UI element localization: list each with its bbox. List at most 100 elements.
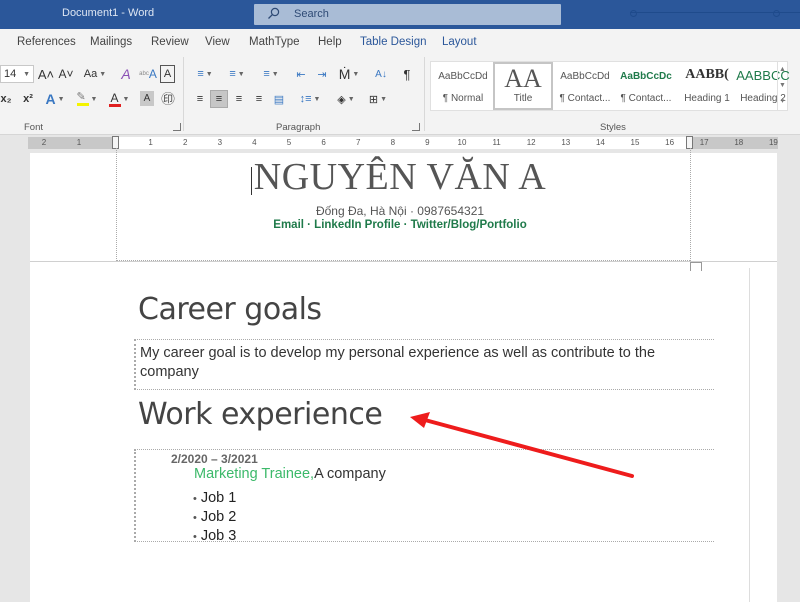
font-group-label: Font: [24, 122, 44, 133]
resume-name: NGUYÊN VĂN A: [253, 156, 547, 198]
tab-layout[interactable]: Layout: [442, 36, 477, 48]
search-placeholder: Search: [294, 8, 329, 20]
tab-references[interactable]: References: [17, 36, 76, 48]
increase-indent-icon[interactable]: ⇥: [315, 65, 329, 83]
asian-layout-icon: Ṁ: [338, 66, 351, 82]
subscript-button[interactable]: x₂: [0, 90, 12, 108]
career-goals-text: My career goal is to develop my personal…: [140, 345, 656, 380]
font-size-select[interactable]: 14 ▼: [0, 65, 34, 83]
character-border-icon[interactable]: A: [160, 65, 175, 83]
bullets-button[interactable]: ≡ ▼: [192, 65, 218, 83]
ruler-tick: 2: [182, 138, 188, 147]
document-title: Document1 - Word: [62, 7, 155, 19]
multilevel-list-button[interactable]: ≡ ▼: [258, 65, 284, 83]
distributed-icon[interactable]: ▤: [271, 90, 287, 108]
justify-icon[interactable]: ≡: [251, 90, 267, 108]
style-contact-2[interactable]: AaBbCcDc ¶ Contact...: [616, 62, 676, 110]
style-heading-1[interactable]: AABB( Heading 1: [677, 62, 737, 110]
ruler-tick: 4: [252, 138, 257, 147]
work-date: 2/2020 – 3/2021: [171, 452, 258, 466]
chevron-down-icon: ▼: [271, 70, 279, 78]
show-formatting-marks-button[interactable]: ¶: [400, 65, 414, 83]
character-shading-icon[interactable]: A: [140, 91, 154, 106]
font-color-button[interactable]: A ▼: [107, 90, 131, 108]
highlight-button[interactable]: ✎ ▼: [75, 90, 99, 108]
paragraph-dialog-launcher[interactable]: [412, 123, 420, 131]
ruler-tick: 11: [492, 138, 501, 147]
tab-help[interactable]: Help: [318, 36, 342, 48]
enclose-characters-icon[interactable]: ㊞: [160, 90, 176, 108]
decrease-indent-icon[interactable]: ⇤: [294, 65, 308, 83]
superscript-button[interactable]: x²: [22, 90, 34, 108]
ruler-tick: 2: [41, 138, 47, 147]
borders-button[interactable]: ⊞ ▼: [366, 90, 390, 108]
paint-bucket-icon: ◈: [337, 93, 346, 106]
tab-view[interactable]: View: [205, 36, 230, 48]
style-contact-1[interactable]: AaBbCcDd ¶ Contact...: [555, 62, 615, 110]
ruler-tick: 14: [595, 138, 605, 147]
style-preview: AaBbCcDd: [438, 71, 488, 82]
tab-mailings[interactable]: Mailings: [90, 36, 132, 48]
career-goals-heading: Career goals: [138, 292, 322, 327]
contact-info: Đống Đa, Hà Nội · 0987654321: [315, 204, 485, 218]
numbering-button[interactable]: ≡ ▼: [224, 65, 250, 83]
ruler-tick: 6: [321, 138, 326, 147]
asian-layout-button[interactable]: Ṁ ▼: [337, 65, 361, 83]
align-right-icon[interactable]: ≡: [231, 90, 247, 108]
margin-corner-mark: [690, 262, 702, 271]
style-name: ¶ Contact...: [620, 93, 672, 104]
page-margin-line: [749, 268, 750, 602]
scroll-up-icon[interactable]: ▲: [778, 62, 787, 78]
title-bar: Document1 - Word Search: [0, 0, 800, 29]
change-case-button[interactable]: Aa ▼: [83, 65, 107, 83]
highlighter-icon: ✎: [76, 92, 89, 106]
phonetic-guide-icon[interactable]: abc A: [139, 65, 157, 83]
line-spacing-button[interactable]: ↕≡ ▼: [298, 90, 322, 108]
more-styles-icon[interactable]: ▾: [778, 94, 787, 110]
multilevel-list-icon: ≡: [263, 68, 270, 80]
text-effects-button[interactable]: A ▼: [43, 90, 67, 108]
ruler-tick: 1: [76, 138, 82, 147]
borders-icon: ⊞: [368, 93, 379, 106]
sort-icon[interactable]: A↓: [372, 65, 390, 83]
search-icon: [268, 7, 280, 19]
text-cursor: [251, 167, 252, 195]
chevron-down-icon: ▼: [380, 95, 388, 103]
work-role: Marketing Trainee,A company: [194, 466, 386, 482]
gallery-scrollbar[interactable]: ▲ ▼ ▾: [777, 62, 787, 110]
style-normal[interactable]: AaBbCcDd ¶ Normal: [433, 62, 493, 110]
list-item: Job 3: [193, 527, 236, 546]
style-title[interactable]: AA Title: [493, 62, 553, 110]
chevron-down-icon: ▼: [90, 95, 98, 103]
ruler-tick: 19: [768, 138, 778, 147]
tab-mathtype[interactable]: MathType: [249, 36, 300, 48]
contact-links[interactable]: Email · LinkedIn Profile · Twitter/Blog/…: [0, 219, 800, 231]
align-center-icon[interactable]: ≡: [210, 90, 228, 108]
job-title: Marketing Trainee,: [194, 466, 315, 482]
font-dialog-launcher[interactable]: [173, 123, 181, 131]
ruler-tick: 1: [148, 138, 153, 147]
titlebar-decoration: [630, 10, 800, 17]
style-preview: AABB(: [685, 67, 729, 82]
ribbon-tabs: References Mailings Review View MathType…: [0, 29, 800, 55]
align-left-icon[interactable]: ≡: [192, 90, 208, 108]
style-name: Heading 1: [684, 93, 730, 104]
horizontal-ruler[interactable]: 2 1 1 2 3 4 5 6 7 8 9 10 11 12 13 14 15 16 17 18 19: [28, 136, 778, 149]
search-box[interactable]: Search: [254, 4, 561, 25]
tab-table-design[interactable]: Table Design: [360, 36, 426, 48]
scroll-down-icon[interactable]: ▼: [778, 78, 787, 94]
chevron-down-icon: ▼: [347, 95, 355, 103]
tab-review[interactable]: Review: [151, 36, 189, 48]
group-separator: [424, 57, 425, 131]
style-name: Title: [513, 93, 533, 104]
shrink-font-button[interactable]: A˅: [59, 65, 74, 83]
ruler-tick: 17: [699, 138, 709, 147]
font-color-icon: A: [108, 90, 121, 107]
shading-button[interactable]: ◈ ▼: [334, 90, 358, 108]
list-item: Job 1: [193, 489, 236, 508]
ruler-tick: 18: [734, 138, 744, 147]
styles-gallery: AaBbCcDd ¶ Normal AA Title AaBbCcDd ¶ Co…: [430, 61, 790, 111]
grow-font-button[interactable]: A˄: [38, 65, 54, 83]
style-name: ¶ Contact...: [559, 93, 611, 104]
clear-formatting-icon[interactable]: A: [118, 65, 134, 83]
